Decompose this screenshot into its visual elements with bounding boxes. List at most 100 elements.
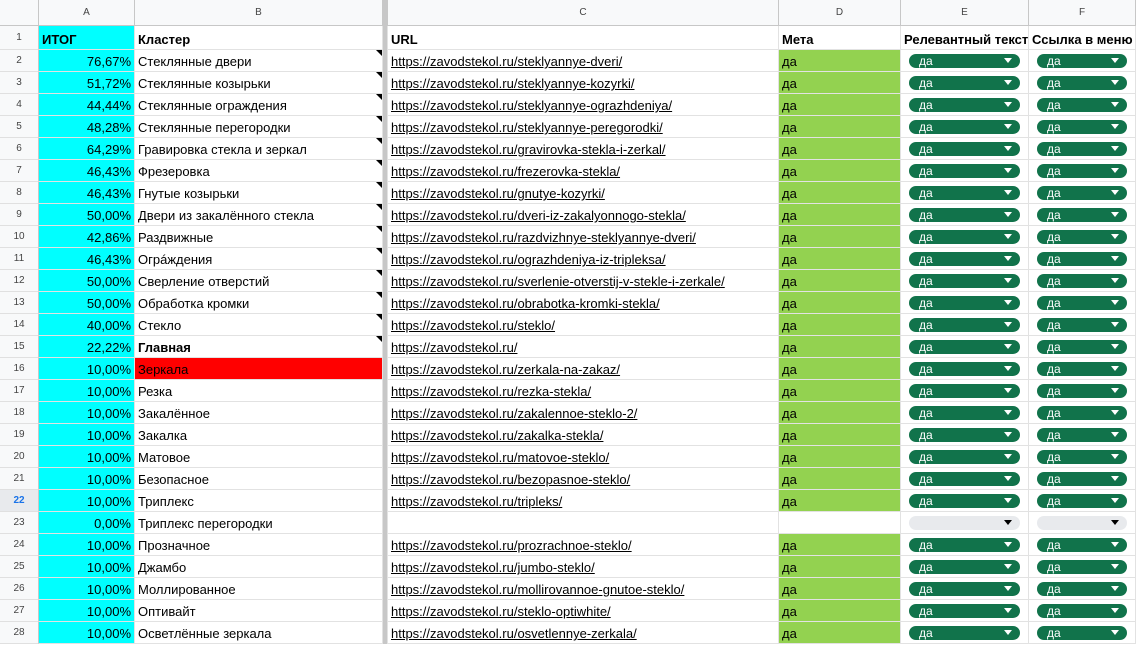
row-number[interactable]: 24 <box>0 534 39 556</box>
meta-cell[interactable]: да <box>779 424 901 446</box>
total-cell[interactable]: 10,00% <box>39 534 135 556</box>
cluster-cell[interactable]: Триплекс перегородки <box>135 512 383 534</box>
url-link[interactable]: https://zavodstekol.ru/ <box>391 340 517 355</box>
url-cell[interactable]: https://zavodstekol.ru/jumbo-steklo/ <box>388 556 779 578</box>
relevant-text-dropdown[interactable]: да <box>909 120 1020 134</box>
relevant-text-dropdown[interactable]: да <box>909 98 1020 112</box>
cluster-cell[interactable]: Триплекс <box>135 490 383 512</box>
relevant-text-dropdown[interactable]: да <box>909 362 1020 376</box>
comment-indicator-icon[interactable] <box>376 248 382 254</box>
row-number[interactable]: 22 <box>0 490 39 512</box>
total-cell[interactable]: 50,00% <box>39 270 135 292</box>
meta-cell[interactable]: да <box>779 446 901 468</box>
url-cell[interactable]: https://zavodstekol.ru/tripleks/ <box>388 490 779 512</box>
url-cell[interactable]: https://zavodstekol.ru/steklo/ <box>388 314 779 336</box>
relevant-text-dropdown[interactable]: да <box>909 560 1020 574</box>
cluster-cell[interactable]: Раздвижные <box>135 226 383 248</box>
menu-link-dropdown[interactable]: да <box>1037 252 1127 266</box>
comment-indicator-icon[interactable] <box>376 160 382 166</box>
relevant-text-dropdown[interactable]: да <box>909 450 1020 464</box>
comment-indicator-icon[interactable] <box>376 292 382 298</box>
relevant-text-dropdown[interactable]: да <box>909 274 1020 288</box>
total-cell[interactable]: 10,00% <box>39 600 135 622</box>
cluster-cell[interactable]: Безопасное <box>135 468 383 490</box>
total-cell[interactable]: 10,00% <box>39 424 135 446</box>
cluster-cell[interactable]: Стекло <box>135 314 383 336</box>
row-number[interactable]: 13 <box>0 292 39 314</box>
total-cell[interactable]: 40,00% <box>39 314 135 336</box>
row-number[interactable]: 25 <box>0 556 39 578</box>
row-number[interactable]: 11 <box>0 248 39 270</box>
url-link[interactable]: https://zavodstekol.ru/gnutye-kozyrki/ <box>391 186 605 201</box>
total-cell[interactable]: 22,22% <box>39 336 135 358</box>
total-cell[interactable]: 46,43% <box>39 182 135 204</box>
comment-indicator-icon[interactable] <box>376 94 382 100</box>
meta-cell[interactable]: да <box>779 138 901 160</box>
cluster-cell[interactable]: Гнутые козырьки <box>135 182 383 204</box>
meta-cell[interactable] <box>779 512 901 534</box>
comment-indicator-icon[interactable] <box>376 72 382 78</box>
total-cell[interactable]: 10,00% <box>39 402 135 424</box>
url-link[interactable]: https://zavodstekol.ru/steklyannye-ograz… <box>391 98 672 113</box>
menu-link-dropdown[interactable]: да <box>1037 274 1127 288</box>
total-cell[interactable]: 10,00% <box>39 380 135 402</box>
total-cell[interactable]: 10,00% <box>39 622 135 644</box>
url-cell[interactable]: https://zavodstekol.ru/zerkala-na-zakaz/ <box>388 358 779 380</box>
row-number[interactable]: 15 <box>0 336 39 358</box>
url-link[interactable]: https://zavodstekol.ru/razdvizhnye-stekl… <box>391 230 696 245</box>
relevant-text-dropdown[interactable]: да <box>909 406 1020 420</box>
url-link[interactable]: https://zavodstekol.ru/dveri-iz-zakalyon… <box>391 208 686 223</box>
url-link[interactable]: https://zavodstekol.ru/matovoe-steklo/ <box>391 450 609 465</box>
url-cell[interactable]: https://zavodstekol.ru/steklyannye-ograz… <box>388 94 779 116</box>
meta-cell[interactable]: да <box>779 468 901 490</box>
cluster-cell[interactable]: Главная <box>135 336 383 358</box>
menu-link-dropdown[interactable]: да <box>1037 626 1127 640</box>
row-number[interactable]: 18 <box>0 402 39 424</box>
column-header-d[interactable]: D <box>779 0 901 26</box>
header-meta[interactable]: Мета <box>779 26 901 50</box>
url-cell[interactable]: https://zavodstekol.ru/frezerovka-stekla… <box>388 160 779 182</box>
url-cell[interactable]: https://zavodstekol.ru/steklyannye-pereg… <box>388 116 779 138</box>
row-number[interactable]: 16 <box>0 358 39 380</box>
row-number[interactable]: 2 <box>0 50 39 72</box>
comment-indicator-icon[interactable] <box>376 226 382 232</box>
total-cell[interactable]: 76,67% <box>39 50 135 72</box>
menu-link-dropdown[interactable]: да <box>1037 318 1127 332</box>
relevant-text-dropdown[interactable]: да <box>909 340 1020 354</box>
menu-link-dropdown[interactable]: да <box>1037 604 1127 618</box>
relevant-text-dropdown[interactable]: да <box>909 164 1020 178</box>
cluster-cell[interactable]: Джамбо <box>135 556 383 578</box>
meta-cell[interactable]: да <box>779 226 901 248</box>
row-number[interactable]: 28 <box>0 622 39 644</box>
url-link[interactable]: https://zavodstekol.ru/jumbo-steklo/ <box>391 560 595 575</box>
total-cell[interactable]: 51,72% <box>39 72 135 94</box>
menu-link-dropdown[interactable]: да <box>1037 428 1127 442</box>
cluster-cell[interactable]: Сверление отверстий <box>135 270 383 292</box>
meta-cell[interactable]: да <box>779 490 901 512</box>
column-header-b[interactable]: B <box>135 0 383 26</box>
total-cell[interactable]: 46,43% <box>39 248 135 270</box>
row-number[interactable]: 10 <box>0 226 39 248</box>
menu-link-dropdown[interactable]: да <box>1037 362 1127 376</box>
url-link[interactable]: https://zavodstekol.ru/obrabotka-kromki-… <box>391 296 660 311</box>
relevant-text-dropdown[interactable]: да <box>909 252 1020 266</box>
total-cell[interactable]: 10,00% <box>39 556 135 578</box>
url-link[interactable]: https://zavodstekol.ru/steklyannye-pereg… <box>391 120 663 135</box>
comment-indicator-icon[interactable] <box>376 50 382 56</box>
total-cell[interactable]: 48,28% <box>39 116 135 138</box>
url-cell[interactable]: https://zavodstekol.ru/osvetlennye-zerka… <box>388 622 779 644</box>
menu-link-dropdown[interactable]: да <box>1037 164 1127 178</box>
url-link[interactable]: https://zavodstekol.ru/sverlenie-otverst… <box>391 274 725 289</box>
url-cell[interactable]: https://zavodstekol.ru/steklyannye-dveri… <box>388 50 779 72</box>
relevant-text-dropdown[interactable]: да <box>909 384 1020 398</box>
meta-cell[interactable]: да <box>779 204 901 226</box>
url-link[interactable]: https://zavodstekol.ru/gravirovka-stekla… <box>391 142 666 157</box>
comment-indicator-icon[interactable] <box>376 270 382 276</box>
meta-cell[interactable]: да <box>779 402 901 424</box>
column-header-f[interactable]: F <box>1029 0 1136 26</box>
url-cell[interactable] <box>388 512 779 534</box>
cluster-cell[interactable]: Закалённое <box>135 402 383 424</box>
relevant-text-dropdown[interactable]: да <box>909 318 1020 332</box>
comment-indicator-icon[interactable] <box>376 116 382 122</box>
row-number[interactable]: 8 <box>0 182 39 204</box>
